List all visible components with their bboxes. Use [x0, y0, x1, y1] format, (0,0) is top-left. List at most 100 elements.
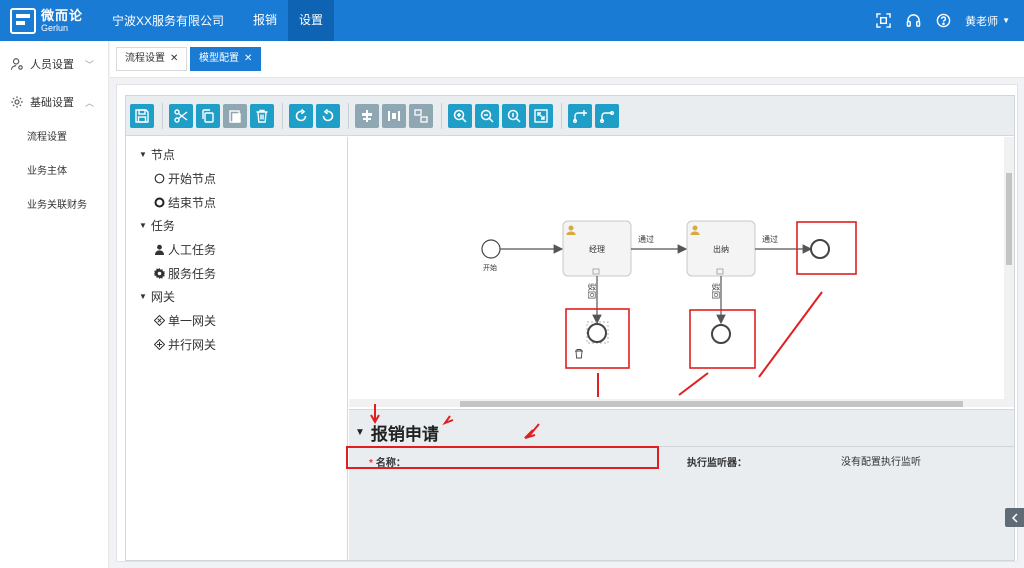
- tabs-bar: 流程设置 ✕ 模型配置 ✕: [110, 41, 1024, 78]
- logo-english-text: Gerlun: [41, 22, 69, 33]
- main-content: ▼ 节点 开始节点 结束节点 ▼ 任务 人工任务 服务任务 ▼ 网关 单一网关 …: [116, 84, 1018, 562]
- add-bendpoint-icon[interactable]: [568, 103, 592, 128]
- sidebar-group-personnel[interactable]: 人员设置 ﹀: [0, 45, 108, 83]
- chevron-down-icon: ﹀: [84, 59, 94, 70]
- tab-label: 模型配置: [199, 53, 239, 64]
- start-event[interactable]: [481, 239, 501, 259]
- toolbar-divider: [282, 102, 283, 129]
- user-icon: [10, 58, 23, 70]
- palette-group-gateways[interactable]: ▼ 网关: [126, 285, 347, 308]
- diagram-canvas[interactable]: 开始 经理 通过 出纳 通过 驳回 驳回: [349, 137, 1014, 407]
- resize-icon[interactable]: [409, 103, 433, 128]
- annotation-arrow-head: [442, 415, 454, 426]
- remove-bendpoint-icon[interactable]: [595, 103, 619, 128]
- nav-item-settings[interactable]: 设置: [288, 0, 335, 41]
- sidebar-group-basic[interactable]: 基础设置 ︿: [0, 83, 108, 121]
- align-icon[interactable]: [355, 103, 379, 128]
- toolbar-divider: [348, 102, 349, 129]
- palette-item-label: 并行网关: [168, 337, 217, 352]
- close-icon[interactable]: ✕: [170, 53, 178, 64]
- logo-mark-icon: [10, 7, 36, 34]
- start-event-label: 开始: [483, 263, 497, 272]
- nav-item-reimburse[interactable]: 报销: [242, 0, 288, 41]
- tab-model-config[interactable]: 模型配置 ✕: [190, 47, 262, 71]
- headset-icon[interactable]: [905, 13, 921, 29]
- vertical-scrollbar[interactable]: [1004, 137, 1014, 399]
- toolbar-divider: [561, 102, 562, 129]
- cut-icon[interactable]: [169, 103, 193, 128]
- caret-down-icon: ▼: [139, 221, 147, 230]
- flow-label-reject: 驳回: [711, 283, 720, 299]
- user-name: 黄老师: [965, 15, 999, 28]
- gear-icon: [153, 267, 165, 279]
- caret-down-icon: ▼: [139, 150, 147, 159]
- palette-item-label: 结束节点: [168, 195, 217, 210]
- close-icon[interactable]: ✕: [244, 53, 252, 64]
- user-task-cashier-label: 出纳: [713, 244, 729, 254]
- logo-chinese-text: 微而论: [41, 7, 84, 23]
- flow-label-reject: 驳回: [587, 283, 596, 299]
- caret-down-icon: ▼: [1002, 16, 1010, 25]
- palette-group-label: 节点: [150, 148, 175, 162]
- collapse-panel-button[interactable]: [1005, 508, 1024, 527]
- sidebar-group-label: 人员设置: [30, 59, 74, 71]
- zoom-in-icon[interactable]: [448, 103, 472, 128]
- palette-item-label: 单一网关: [168, 313, 217, 328]
- sidebar: 人员设置 ﹀ 基础设置 ︿ 流程设置 业务主体 业务关联财务: [0, 41, 109, 568]
- palette-group-tasks[interactable]: ▼ 任务: [126, 214, 347, 237]
- palette-group-label: 任务: [150, 219, 175, 233]
- process-name: 报销申请: [370, 425, 439, 444]
- sidebar-group-label: 基础设置: [30, 97, 74, 109]
- gear-icon: [11, 96, 23, 108]
- toolbar-divider: [441, 102, 442, 129]
- process-designer: ▼ 节点 开始节点 结束节点 ▼ 任务 人工任务 服务任务 ▼ 网关 单一网关 …: [125, 95, 1015, 561]
- palette-group-nodes[interactable]: ▼ 节点: [126, 143, 347, 166]
- paste-icon[interactable]: [223, 103, 247, 128]
- sidebar-item-business-finance[interactable]: 业务关联财务: [0, 189, 108, 223]
- palette-item-start-node[interactable]: 开始节点: [126, 166, 347, 190]
- user-menu[interactable]: 黄老师 ▼: [965, 13, 1010, 29]
- distribute-icon[interactable]: [382, 103, 406, 128]
- app-logo[interactable]: 微而论 Gerlun: [10, 7, 98, 34]
- zoom-out-icon[interactable]: [475, 103, 499, 128]
- sidebar-item-process-settings[interactable]: 流程设置: [0, 121, 108, 155]
- chevron-left-icon: [1011, 512, 1018, 523]
- palette-item-user-task[interactable]: 人工任务: [126, 237, 347, 261]
- zoom-actual-icon[interactable]: [502, 103, 526, 128]
- palette-item-parallel-gateway[interactable]: 并行网关: [126, 332, 347, 356]
- flow-label-pass: 通过: [762, 234, 778, 244]
- sidebar-item-business-entity[interactable]: 业务主体: [0, 155, 108, 189]
- redo-icon[interactable]: [289, 103, 313, 128]
- scan-icon[interactable]: [875, 13, 891, 29]
- person-icon: [153, 243, 165, 255]
- undo-icon[interactable]: [316, 103, 340, 128]
- palette-item-service-task[interactable]: 服务任务: [126, 261, 347, 285]
- copy-icon[interactable]: [196, 103, 220, 128]
- help-icon[interactable]: [935, 13, 951, 29]
- company-name[interactable]: 宁波XX服务有限公司: [112, 12, 224, 29]
- palette-item-end-node[interactable]: 结束节点: [126, 190, 347, 214]
- toolbar-divider: [162, 102, 163, 129]
- annotation-arrow: [678, 372, 709, 396]
- end-event-rejected-cashier[interactable]: [711, 324, 731, 344]
- palette-item-label: 人工任务: [168, 242, 217, 257]
- bold-circle-icon: [153, 196, 165, 208]
- annotation-arrow: [528, 423, 540, 437]
- save-icon[interactable]: [130, 103, 154, 128]
- trash-icon[interactable]: [575, 349, 583, 359]
- chevron-up-icon: ︿: [84, 97, 94, 108]
- listener-value[interactable]: 没有配置执行监听: [841, 453, 921, 468]
- properties-title[interactable]: ▼ 报销申请: [355, 420, 439, 445]
- parallel-gateway-icon: [153, 338, 165, 350]
- delete-icon[interactable]: [250, 103, 274, 128]
- fit-icon[interactable]: [529, 103, 553, 128]
- tab-process-settings[interactable]: 流程设置 ✕: [116, 47, 188, 71]
- end-event-rejected-manager[interactable]: [586, 321, 609, 344]
- palette-item-exclusive-gateway[interactable]: 单一网关: [126, 308, 347, 332]
- end-event-approved[interactable]: [810, 239, 830, 259]
- top-navbar: 微而论 Gerlun 宁波XX服务有限公司 报销 设置 黄老师 ▼: [0, 0, 1024, 41]
- palette-item-label: 服务任务: [168, 266, 217, 281]
- designer-toolbar: [126, 96, 1014, 136]
- caret-down-icon: ▼: [355, 427, 365, 438]
- listener-label: 执行监听器：: [687, 458, 747, 469]
